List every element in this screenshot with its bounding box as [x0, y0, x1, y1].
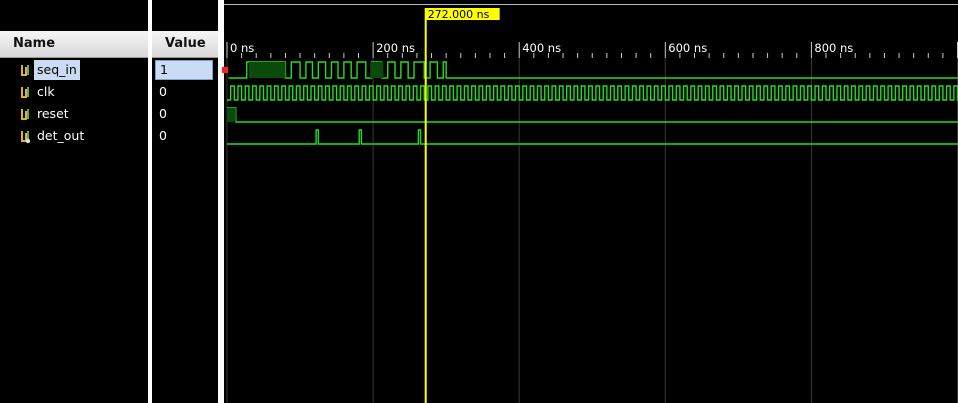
signal-name: det_out	[37, 128, 85, 143]
waveform-pane[interactable]: 0 ns 200 ns 400 ns 600 ns 800 ns 272.000 ns	[222, 0, 958, 403]
signal-name: reset	[37, 106, 69, 121]
ruler-tick-label: 400 ns	[522, 41, 561, 55]
ruler-tick-label: 600 ns	[668, 41, 707, 55]
signal-row-det-out[interactable]: det_out	[20, 126, 87, 146]
ruler-tick-label: 0 ns	[230, 41, 254, 55]
signal-value-seq-in[interactable]: 1	[155, 60, 213, 80]
signal-name: clk	[37, 84, 55, 99]
signal-value-reset: 0	[159, 106, 167, 121]
signal-value-det-out: 0	[159, 128, 167, 143]
seq-in-highlight	[370, 62, 384, 78]
clk-waveform	[227, 85, 958, 101]
ruler-tick-label: 200 ns	[376, 41, 415, 55]
seq-in-uninit-marker	[222, 67, 228, 73]
signal-value-clk: 0	[159, 84, 167, 99]
signal-icon	[21, 108, 29, 120]
signal-name: seq_in	[34, 60, 80, 80]
ruler-tick-label: 800 ns	[814, 41, 853, 55]
value-column-header[interactable]: Value	[152, 31, 218, 58]
signal-row-seq-in[interactable]: seq_in	[20, 60, 80, 80]
seq-in-highlight	[248, 62, 286, 78]
reset-highlight	[227, 108, 236, 122]
signal-icon	[21, 64, 29, 76]
signal-row-clk[interactable]: clk	[20, 82, 58, 102]
signal-row-reset[interactable]: reset	[20, 104, 72, 124]
time-cursor-label: 272.000 ns	[428, 8, 490, 21]
name-column-header[interactable]: Name	[0, 31, 148, 58]
signal-icon	[21, 86, 29, 98]
waveform-viewer: Name Value seq_in clk reset det_out 1 0 …	[0, 0, 958, 403]
output-signal-icon	[21, 130, 31, 143]
